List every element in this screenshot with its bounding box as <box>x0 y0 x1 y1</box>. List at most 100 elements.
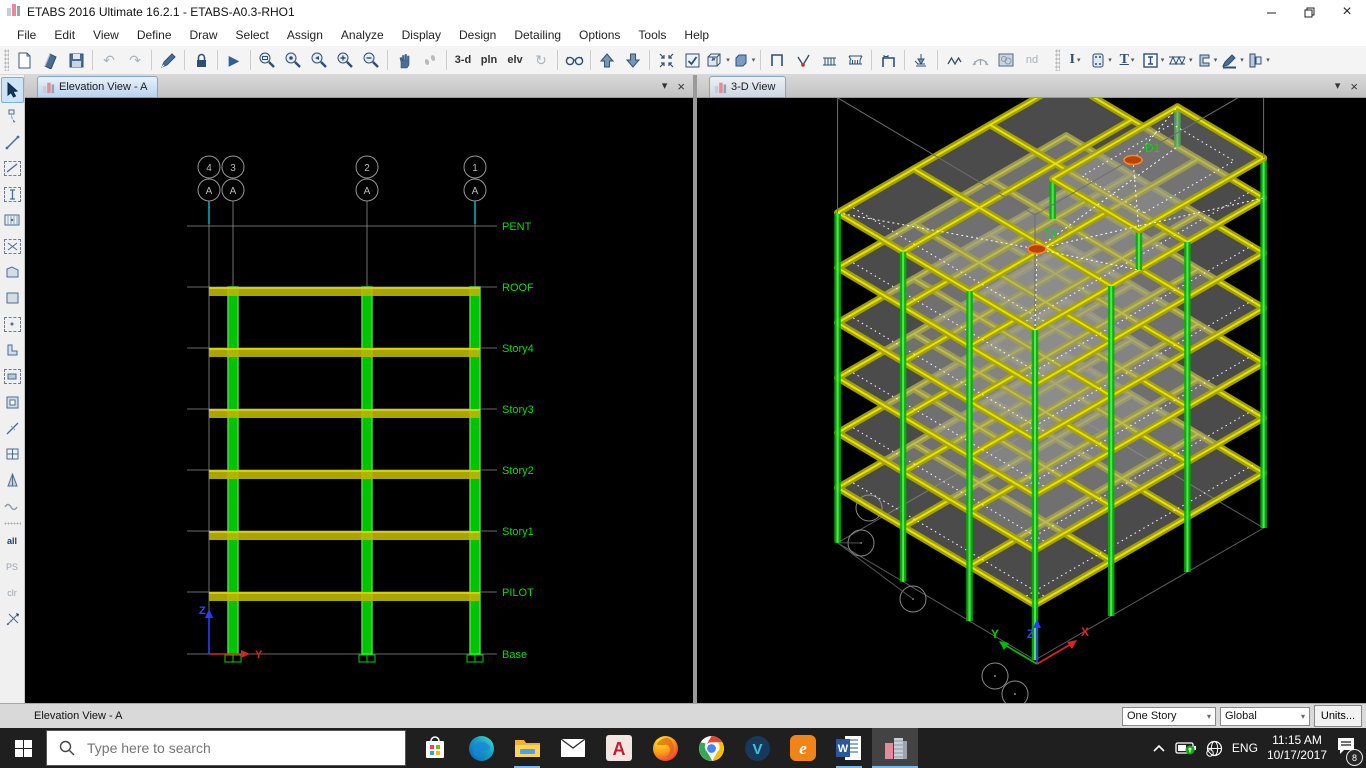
pan-button[interactable] <box>392 48 416 73</box>
tray-chevron-icon[interactable] <box>1152 743 1166 753</box>
menu-display[interactable]: Display <box>393 25 450 45</box>
bridge-wizard-button[interactable] <box>968 48 992 73</box>
undo-button[interactable]: ↶ <box>97 48 121 73</box>
measure-steps-button[interactable] <box>418 48 442 73</box>
draw-frame-object-button[interactable] <box>1 155 24 181</box>
display-options-check-button[interactable] <box>680 48 704 73</box>
move-down-story-button[interactable] <box>621 48 645 73</box>
tab-elevation-view[interactable]: Elevation View - A <box>37 76 158 97</box>
truss-section-button[interactable]: ▾ <box>1167 48 1193 73</box>
nd-button[interactable]: nd <box>1020 48 1044 73</box>
menu-define[interactable]: Define <box>128 25 181 45</box>
object-view-button[interactable]: ▾ <box>706 48 730 73</box>
language-indicator[interactable]: ENG <box>1232 741 1258 755</box>
draw-point-area-button[interactable] <box>1 311 24 337</box>
menu-edit[interactable]: Edit <box>45 25 84 45</box>
draw-frame-button[interactable] <box>765 48 789 73</box>
menu-file[interactable]: File <box>8 25 45 45</box>
quick-draw-frame-button[interactable] <box>1 181 24 207</box>
story-mode-dropdown[interactable]: One Story▾ <box>1122 707 1216 726</box>
select-pointer-button[interactable] <box>1 77 24 103</box>
invert-selection-button[interactable] <box>1 606 24 632</box>
action-center-button[interactable]: 8 <box>1336 736 1356 760</box>
menu-analyze[interactable]: Analyze <box>332 25 393 45</box>
lateral-load-button[interactable] <box>942 48 966 73</box>
elevation-canvas[interactable]: 4 3 2 1 A A A A PENT ROOF Story4 Story3 … <box>25 98 693 704</box>
taskbar-v-app[interactable]: V <box>734 728 780 768</box>
draw-grid-button[interactable] <box>1 441 24 467</box>
draw-spandrel-button[interactable] <box>1 493 24 519</box>
assign-restraint-button[interactable] <box>909 48 933 73</box>
draw-floor-ribs-button[interactable] <box>843 48 867 73</box>
draw-door-window-button[interactable] <box>1 389 24 415</box>
zoom-in-button[interactable] <box>333 48 357 73</box>
3d-view-button[interactable]: 3-d <box>451 48 475 73</box>
open-model-button[interactable] <box>38 48 62 73</box>
view-options-button[interactable] <box>562 48 586 73</box>
edit-button[interactable] <box>156 48 180 73</box>
taskbar-mail[interactable] <box>550 728 596 768</box>
dropdown-arrow[interactable]: ▾ <box>1161 56 1165 64</box>
dropdown-arrow[interactable]: ▾ <box>1077 56 1081 64</box>
draw-joint-button[interactable] <box>1 129 24 155</box>
dropdown-arrow[interactable]: ▾ <box>1131 56 1135 64</box>
taskbar-store[interactable] <box>412 728 458 768</box>
redo-button[interactable]: ↷ <box>123 48 147 73</box>
rubber-band-zoom-button[interactable] <box>255 48 279 73</box>
boxed-i-section-button[interactable]: ▾ <box>1141 48 1165 73</box>
draw-link-button[interactable] <box>1 415 24 441</box>
draw-poly-area-button[interactable] <box>1 259 24 285</box>
panel-dropdown-button[interactable]: ▾ <box>1335 81 1341 92</box>
taskbar-search[interactable] <box>46 730 406 766</box>
tee-section-button[interactable]: T▾ <box>1115 48 1139 73</box>
new-model-button[interactable] <box>12 48 36 73</box>
taskbar-etabs[interactable] <box>872 728 918 768</box>
column-section-button[interactable]: ▾ <box>1089 48 1113 73</box>
network-globe-icon[interactable] <box>1206 740 1223 757</box>
taskbar-chrome[interactable] <box>688 728 734 768</box>
restore-button[interactable] <box>1290 0 1328 24</box>
run-analysis-button[interactable]: ▶ <box>222 48 246 73</box>
menu-options[interactable]: Options <box>570 25 629 45</box>
dropdown-arrow[interactable]: ▾ <box>726 56 730 64</box>
toolbar-grip[interactable] <box>1055 49 1060 71</box>
dropdown-arrow[interactable]: ▾ <box>1189 56 1193 64</box>
units-button[interactable]: Units... <box>1314 705 1362 727</box>
taskbar-edge[interactable] <box>458 728 504 768</box>
threed-canvas[interactable]: D1 D1 Z X Y <box>697 98 1366 704</box>
menu-assign[interactable]: Assign <box>278 25 332 45</box>
menu-tools[interactable]: Tools <box>629 25 675 45</box>
quick-draw-wall-button[interactable] <box>1 363 24 389</box>
dropdown-arrow[interactable]: ▾ <box>752 56 756 64</box>
select-all-button[interactable]: all <box>1 528 24 554</box>
clock[interactable]: 11:15 AM 10/17/2017 <box>1267 733 1327 763</box>
draw-rect-area-button[interactable] <box>1 285 24 311</box>
battery-icon[interactable] <box>1175 741 1197 755</box>
move-up-story-button[interactable] <box>595 48 619 73</box>
previous-zoom-button[interactable] <box>307 48 331 73</box>
close-button[interactable]: × <box>1328 0 1366 24</box>
menu-design[interactable]: Design <box>450 25 505 45</box>
taskbar-word[interactable]: W <box>826 728 872 768</box>
shrink-objects-button[interactable] <box>654 48 678 73</box>
coord-system-dropdown[interactable]: Global▾ <box>1220 707 1310 726</box>
i-section-properties-button[interactable]: I▾ <box>1063 48 1087 73</box>
previous-selection-button[interactable]: PS <box>1 554 24 580</box>
taskbar-autocad[interactable]: A <box>596 728 642 768</box>
dropdown-arrow[interactable]: ▾ <box>1108 56 1112 64</box>
rotate-3d-button[interactable]: ↻ <box>529 48 553 73</box>
restore-full-view-button[interactable] <box>281 48 305 73</box>
draw-wall-stacks-button[interactable] <box>817 48 841 73</box>
lock-model-button[interactable] <box>189 48 213 73</box>
panel-close-button[interactable]: × <box>1350 80 1358 93</box>
frame-spans-button[interactable] <box>876 48 900 73</box>
toolbar-grip[interactable] <box>4 49 9 71</box>
channel-section-button[interactable]: ▾ <box>1195 48 1219 73</box>
dropdown-arrow[interactable]: ▾ <box>1240 56 1244 64</box>
shaded-view-button[interactable]: ▾ <box>732 48 756 73</box>
reshape-object-button[interactable] <box>1 103 24 129</box>
render-view-button[interactable] <box>994 48 1018 73</box>
elevation-view-button[interactable]: elv <box>503 48 527 73</box>
zoom-out-button[interactable] <box>359 48 383 73</box>
dropdown-arrow[interactable]: ▾ <box>1214 56 1218 64</box>
